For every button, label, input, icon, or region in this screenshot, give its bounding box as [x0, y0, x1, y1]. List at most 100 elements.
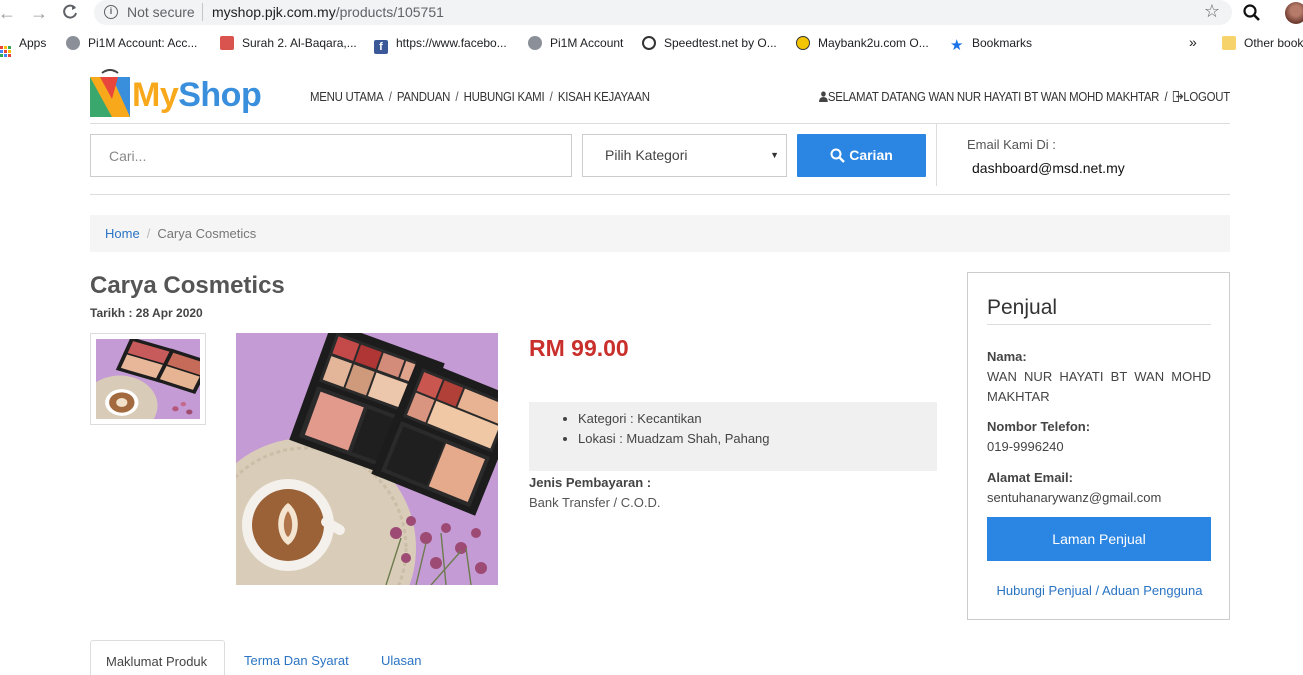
- nav-separator: /: [455, 89, 459, 104]
- bookmark-label: Maybank2u.com O...: [818, 36, 929, 50]
- logo-my: My: [132, 76, 179, 114]
- detail-location: Lokasi : Muadzam Shah, Pahang: [578, 431, 937, 446]
- seller-divider: [987, 324, 1211, 325]
- maybank-icon: [796, 36, 810, 50]
- bookmark-maybank[interactable]: Maybank2u.com O...: [796, 36, 929, 50]
- apps-grid-icon: [0, 46, 11, 57]
- product-details: Kategori : Kecantikan Lokasi : Muadzam S…: [529, 402, 937, 471]
- bookmark-surah[interactable]: Surah 2. Al-Baqara,...: [220, 36, 357, 50]
- globe-icon: [66, 36, 80, 50]
- seller-phone-label: Nombor Telefon:: [987, 419, 1091, 434]
- bookmark-label: https://www.facebo...: [396, 36, 507, 50]
- browser-address-row: ← → i Not secure myshop.pjk.com.my/produ…: [0, 0, 1303, 26]
- bookmark-facebook[interactable]: f https://www.facebo...: [374, 36, 507, 54]
- star-icon: ★: [950, 37, 964, 54]
- product-price: RM 99.00: [529, 335, 629, 361]
- url-text[interactable]: myshop.pjk.com.my/products/105751: [212, 4, 444, 20]
- contact-email-label: Email Kami Di :: [967, 137, 1056, 152]
- welcome-text[interactable]: SELAMAT DATANG WAN NUR HAYATI BT WAN MOH…: [828, 89, 1160, 104]
- security-label: Not secure: [127, 4, 195, 20]
- bookmarks-bar: Apps Pi1M Account: Acc... Surah 2. Al-Ba…: [0, 30, 1303, 58]
- tab-ulasan[interactable]: Ulasan: [366, 640, 436, 675]
- nav-menu-utama[interactable]: MENU UTAMA: [310, 89, 384, 104]
- search-button[interactable]: Carian: [797, 134, 926, 177]
- category-select-value: Pilih Kategori: [605, 147, 688, 163]
- tab-terma-dan-syarat[interactable]: Terma Dan Syarat: [229, 640, 364, 675]
- speedtest-icon: [642, 36, 656, 50]
- payment-value: Bank Transfer / C.O.D.: [529, 495, 661, 510]
- nav-separator: /: [549, 89, 553, 104]
- globe-icon: [528, 36, 542, 50]
- bookmark-label: Other book: [1244, 36, 1303, 50]
- caret-down-icon: ▼: [770, 150, 779, 160]
- seller-name: WAN NUR HAYATI BT WAN MOHD MAKHTAR: [987, 369, 1211, 404]
- bookmark-label: Surah 2. Al-Baqara,...: [242, 36, 357, 50]
- main-nav: MENU UTAMA / PANDUAN / HUBUNGI KAMI / KISAH KE…: [310, 89, 650, 104]
- more-bookmarks-chevron-icon[interactable]: »: [1189, 34, 1197, 50]
- search-divider: [90, 194, 1230, 195]
- seller-phone: 019-9996240: [987, 439, 1064, 454]
- bookmark-label: Pi1M Account: [550, 36, 624, 50]
- breadcrumb-home[interactable]: Home: [105, 226, 140, 241]
- nav-separator: /: [1164, 89, 1168, 104]
- header-divider: [90, 123, 1230, 124]
- logo-wordmark[interactable]: MyShop: [132, 76, 262, 115]
- seller-email: sentuhanarywanz@gmail.com: [987, 490, 1162, 505]
- search-contact-divider: [936, 124, 937, 186]
- address-bar[interactable]: i Not secure myshop.pjk.com.my/products/…: [94, 0, 1232, 25]
- product-date: Tarikh : 28 Apr 2020: [90, 306, 203, 320]
- product-thumbnail[interactable]: [82, 333, 212, 436]
- logout-icon: [1172, 91, 1184, 102]
- detail-category: Kategori : Kecantikan: [578, 411, 937, 426]
- quran-icon: [220, 36, 234, 50]
- bookmark-other[interactable]: Other book: [1222, 36, 1303, 50]
- breadcrumb-current: Carya Cosmetics: [157, 226, 257, 241]
- back-arrow-icon[interactable]: ←: [0, 3, 17, 23]
- nav-panduan[interactable]: PANDUAN: [397, 89, 451, 104]
- omnibox-separator: [202, 3, 203, 21]
- url-host: myshop.pjk.com.my: [212, 4, 336, 20]
- seller-email-label: Alamat Email:: [987, 470, 1073, 485]
- bookmark-label: Bookmarks: [972, 36, 1033, 50]
- product-title: Carya Cosmetics: [90, 272, 285, 299]
- bookmark-bookmarks[interactable]: ★ Bookmarks: [950, 36, 1032, 53]
- tab-maklumat-produk[interactable]: Maklumat Produk: [90, 640, 225, 675]
- profile-avatar[interactable]: [1285, 2, 1303, 24]
- user-icon: [819, 91, 828, 102]
- bookmark-label: Pi1M Account: Acc...: [88, 36, 198, 50]
- bookmark-pi1m-account[interactable]: Pi1M Account: [528, 36, 623, 50]
- info-icon[interactable]: i: [104, 5, 118, 19]
- bookmark-label: Speedtest.net by O...: [664, 36, 777, 50]
- product-main-image[interactable]: [196, 322, 522, 658]
- bookmark-pi1m-account-acc[interactable]: Pi1M Account: Acc...: [66, 36, 197, 50]
- user-nav: SELAMAT DATANG WAN NUR HAYATI BT WAN MOH…: [819, 89, 1230, 104]
- logo-shop: Shop: [178, 76, 262, 114]
- facebook-icon: f: [374, 40, 388, 54]
- breadcrumb-separator: /: [146, 226, 151, 241]
- nav-kisah-kejayaan[interactable]: KISAH KEJAYAAN: [558, 89, 650, 104]
- seller-name-label: Nama:: [987, 349, 1027, 364]
- logout-link[interactable]: LOGOUT: [1183, 89, 1230, 104]
- url-path: /products/105751: [335, 4, 444, 20]
- contact-seller-link[interactable]: Hubungi Penjual / Aduan Pengguna: [968, 583, 1231, 598]
- seller-shop-button[interactable]: Laman Penjual: [987, 517, 1211, 561]
- nav-separator: /: [388, 89, 392, 104]
- payment-label: Jenis Pembayaran :: [529, 475, 652, 490]
- reload-icon[interactable]: [60, 3, 80, 23]
- nav-hubungi-kami[interactable]: HUBUNGI KAMI: [464, 89, 545, 104]
- search-icon: [830, 148, 846, 163]
- bookmark-label: Apps: [19, 36, 47, 50]
- seller-panel: Penjual Nama: WAN NUR HAYATI BT WAN MOHD…: [967, 272, 1230, 620]
- bookmark-star-icon[interactable]: ☆: [1204, 1, 1220, 22]
- search-input[interactable]: [90, 134, 572, 177]
- search-icon[interactable]: [1242, 3, 1262, 23]
- category-select[interactable]: Pilih Kategori ▼: [582, 134, 787, 177]
- search-button-label: Carian: [849, 147, 893, 163]
- forward-arrow-icon[interactable]: →: [29, 3, 49, 23]
- seller-title: Penjual: [987, 296, 1058, 319]
- breadcrumb: Home / Carya Cosmetics: [90, 215, 1230, 252]
- folder-icon: [1222, 36, 1236, 50]
- bookmark-apps[interactable]: Apps: [0, 36, 46, 57]
- contact-email: dashboard@msd.net.my: [972, 160, 1125, 176]
- bookmark-speedtest[interactable]: Speedtest.net by O...: [642, 36, 777, 50]
